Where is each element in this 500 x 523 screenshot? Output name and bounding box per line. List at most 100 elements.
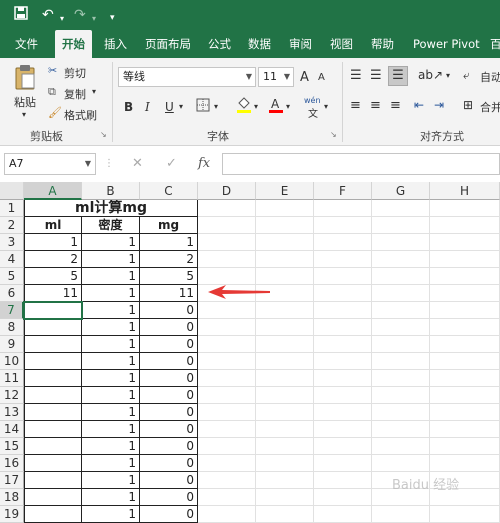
- cell[interactable]: [256, 353, 314, 370]
- table-cell[interactable]: 0: [140, 370, 198, 387]
- bold-button[interactable]: B: [124, 100, 133, 114]
- cell[interactable]: [430, 370, 500, 387]
- table-cell[interactable]: [24, 489, 82, 506]
- cell[interactable]: [372, 387, 430, 404]
- cell[interactable]: [372, 336, 430, 353]
- row-header[interactable]: 12: [0, 387, 24, 404]
- column-header-c[interactable]: C: [140, 182, 198, 200]
- cell[interactable]: [314, 472, 372, 489]
- table-cell[interactable]: 1: [82, 251, 140, 268]
- enter-icon[interactable]: ✓: [166, 153, 177, 175]
- align-bottom-icon[interactable]: ☰: [388, 66, 408, 86]
- cell[interactable]: [256, 251, 314, 268]
- fill-color-icon[interactable]: [236, 96, 252, 117]
- cell[interactable]: [314, 370, 372, 387]
- table-cell[interactable]: 1: [82, 302, 140, 319]
- row-header[interactable]: 14: [0, 421, 24, 438]
- table-cell[interactable]: 0: [140, 387, 198, 404]
- cell[interactable]: [256, 200, 314, 217]
- cell[interactable]: [430, 285, 500, 302]
- borders-icon[interactable]: [196, 98, 210, 115]
- cell[interactable]: [372, 302, 430, 319]
- copy-dropdown-icon[interactable]: ▾: [92, 87, 96, 96]
- row-header[interactable]: 13: [0, 404, 24, 421]
- cell[interactable]: [198, 268, 256, 285]
- cell[interactable]: [430, 455, 500, 472]
- row-header[interactable]: 2: [0, 217, 24, 234]
- row-header[interactable]: 7: [0, 302, 24, 319]
- cell[interactable]: [430, 268, 500, 285]
- cut-button[interactable]: 剪切: [64, 65, 86, 81]
- table-cell[interactable]: 1: [82, 285, 140, 302]
- paste-button[interactable]: 粘贴: [14, 94, 36, 110]
- table-cell[interactable]: 11: [140, 285, 198, 302]
- table-cell[interactable]: 1: [82, 353, 140, 370]
- table-cell[interactable]: 0: [140, 438, 198, 455]
- table-cell[interactable]: [24, 404, 82, 421]
- fill-color-dropdown-icon[interactable]: ▾: [254, 102, 258, 111]
- cell[interactable]: [256, 404, 314, 421]
- clipboard-launcher-icon[interactable]: ↘: [100, 130, 107, 139]
- cell[interactable]: [198, 387, 256, 404]
- row-header[interactable]: 9: [0, 336, 24, 353]
- select-all-corner[interactable]: [0, 182, 24, 200]
- italic-button[interactable]: I: [145, 100, 150, 114]
- selected-cell[interactable]: [23, 301, 83, 320]
- cell[interactable]: [314, 336, 372, 353]
- table-cell[interactable]: 1: [82, 234, 140, 251]
- cell[interactable]: [430, 353, 500, 370]
- cell[interactable]: [314, 438, 372, 455]
- cell[interactable]: [430, 251, 500, 268]
- cell[interactable]: [372, 200, 430, 217]
- cell[interactable]: [430, 336, 500, 353]
- save-icon[interactable]: [14, 6, 28, 25]
- cell[interactable]: [198, 336, 256, 353]
- tab-view[interactable]: 视图: [330, 30, 353, 58]
- cell[interactable]: [256, 472, 314, 489]
- cell[interactable]: [314, 268, 372, 285]
- insert-function-icon[interactable]: fx: [198, 153, 210, 175]
- cell[interactable]: [256, 319, 314, 336]
- align-top-icon[interactable]: ☰: [350, 68, 362, 83]
- font-color-dropdown-icon[interactable]: ▾: [286, 102, 290, 111]
- table-header[interactable]: mg: [140, 217, 198, 234]
- cell[interactable]: [372, 268, 430, 285]
- table-cell[interactable]: 2: [140, 251, 198, 268]
- cell[interactable]: [198, 472, 256, 489]
- cell[interactable]: [372, 319, 430, 336]
- table-cell[interactable]: 1: [82, 489, 140, 506]
- table-cell[interactable]: [24, 387, 82, 404]
- cell[interactable]: [198, 421, 256, 438]
- cell[interactable]: [430, 200, 500, 217]
- cell[interactable]: [256, 387, 314, 404]
- table-cell[interactable]: [24, 319, 82, 336]
- customize-quick-access-icon[interactable]: ▾: [110, 9, 115, 27]
- cell[interactable]: [198, 370, 256, 387]
- row-header[interactable]: 1: [0, 200, 24, 217]
- table-cell[interactable]: 1: [82, 268, 140, 285]
- wrap-text-button[interactable]: 自动: [480, 69, 500, 85]
- row-header[interactable]: 11: [0, 370, 24, 387]
- tab-data[interactable]: 数据: [248, 30, 271, 58]
- table-cell[interactable]: 0: [140, 336, 198, 353]
- decrease-font-size-icon[interactable]: A: [318, 72, 325, 83]
- cell[interactable]: [372, 217, 430, 234]
- cell[interactable]: [198, 353, 256, 370]
- table-cell[interactable]: 5: [140, 268, 198, 285]
- cell[interactable]: [314, 251, 372, 268]
- align-right-icon[interactable]: ≡: [390, 98, 401, 113]
- table-cell[interactable]: 1: [24, 234, 82, 251]
- table-cell[interactable]: 0: [140, 319, 198, 336]
- table-cell[interactable]: 0: [140, 302, 198, 319]
- table-cell[interactable]: 0: [140, 404, 198, 421]
- table-cell[interactable]: [24, 336, 82, 353]
- table-cell[interactable]: [24, 370, 82, 387]
- font-size-select[interactable]: 11 ▼: [258, 67, 294, 87]
- redo-dropdown-icon[interactable]: ▾: [92, 10, 96, 28]
- cell[interactable]: [256, 234, 314, 251]
- table-cell[interactable]: 0: [140, 489, 198, 506]
- orientation-dropdown-icon[interactable]: ▾: [446, 71, 450, 80]
- wrap-text-icon[interactable]: ⤶: [463, 68, 470, 83]
- cell[interactable]: [314, 421, 372, 438]
- row-header[interactable]: 16: [0, 455, 24, 472]
